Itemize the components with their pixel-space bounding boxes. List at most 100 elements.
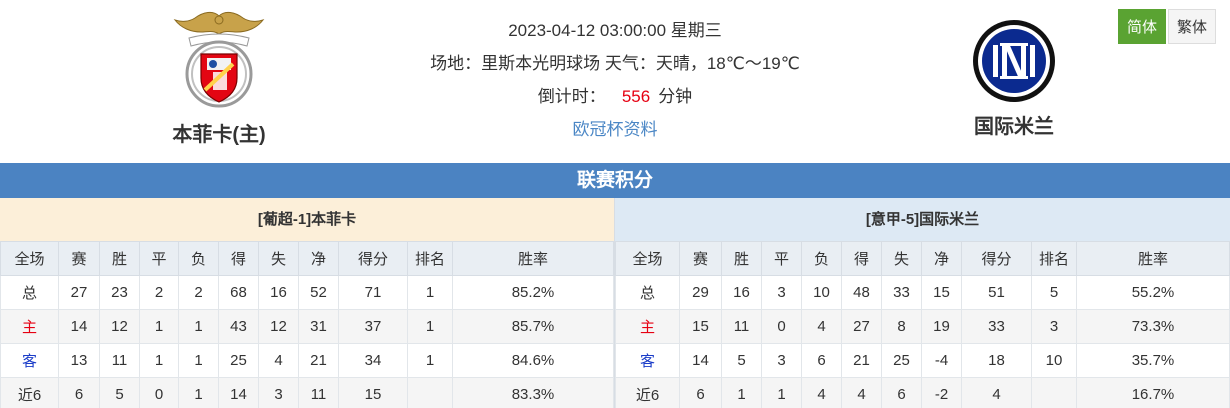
table-cell: 1 [178,377,219,408]
table-cell: 客 [615,343,680,378]
table-cell: 19 [921,309,962,344]
match-header: 本菲卡(主) 2023-04-12 03:00:00 星期三 场地：里斯本光明球… [0,0,1230,163]
language-switch: 简体 繁体 [1118,9,1216,44]
countdown-unit: 分钟 [658,87,693,106]
table-cell: 84.6% [452,343,614,378]
inter-crest-icon [973,20,1055,102]
table-cell: 68 [218,275,259,310]
table-cell: 2 [178,275,219,310]
table-row: 主 14 12 1 1 43 12 31 37 1 85.7% [0,309,614,344]
table-cell: 25 [218,343,259,378]
away-team-name: 国际米兰 [974,116,1054,138]
table-cell: 近6 [0,377,59,408]
table-cell: 1 [407,275,453,310]
competition-link[interactable]: 欧冠杯资料 [400,113,830,146]
countdown-value: 556 [621,87,651,106]
away-column-header: 全场 [615,241,680,276]
table-cell: 71 [338,275,408,310]
away-column-header: 负 [801,241,842,276]
away-standings-title: [意甲-5]国际米兰 [615,198,1230,241]
table-cell: 1 [407,343,453,378]
table-cell [407,377,453,408]
table-cell: -2 [921,377,962,408]
table-cell: 18 [961,343,1032,378]
table-cell: 51 [961,275,1032,310]
home-column-header: 负 [178,241,219,276]
table-cell: 34 [338,343,408,378]
table-cell: 11 [99,343,140,378]
table-cell: 16 [721,275,762,310]
match-datetime: 2023-04-12 03:00:00 星期三 [508,21,722,40]
table-cell: 6 [801,343,842,378]
table-cell: 总 [615,275,680,310]
table-row: 总 29 16 3 10 48 33 15 51 5 55.2% [615,275,1230,310]
table-cell: 21 [298,343,339,378]
table-cell: 85.2% [452,275,614,310]
table-cell: 4 [801,377,842,408]
match-info: 2023-04-12 03:00:00 星期三 场地：里斯本光明球场 天气：天晴… [400,14,830,146]
table-cell: 13 [58,343,100,378]
home-column-header: 得 [218,241,259,276]
table-cell: 4 [961,377,1032,408]
table-cell: 85.7% [452,309,614,344]
table-cell: 客 [0,343,59,378]
table-cell: 14 [58,309,100,344]
table-cell: 15 [679,309,722,344]
table-cell: 3 [761,275,802,310]
table-cell: 6 [679,377,722,408]
table-cell: 0 [761,309,802,344]
table-cell: 12 [258,309,299,344]
table-cell: 4 [258,343,299,378]
table-cell: 15 [921,275,962,310]
home-standings-title: [葡超-1]本菲卡 [0,198,614,241]
table-cell: 10 [1031,343,1077,378]
table-cell: 4 [801,309,842,344]
home-standings-table: 全场赛胜平负得失净得分 排名 胜率 总 27 23 2 2 68 16 52 71 1 85.2% 主 14… [0,241,614,408]
table-row: 客 14 5 3 6 21 25 -4 18 10 35.7% [615,343,1230,378]
table-cell: 29 [679,275,722,310]
table-cell: 1 [761,377,802,408]
table-cell: 主 [0,309,59,344]
away-standings: [意甲-5]国际米兰 全场赛胜平负得失净得分 排名 胜率 总 29 16 3 10 48 33 1… [615,198,1230,408]
table-cell: 6 [881,377,922,408]
table-cell: 14 [679,343,722,378]
table-cell: 1 [178,343,219,378]
home-column-header: 胜率 [452,241,614,276]
table-cell: 4 [841,377,882,408]
table-cell: 43 [218,309,259,344]
home-column-header: 失 [258,241,299,276]
table-cell: 3 [1031,309,1077,344]
lang-traditional-button[interactable]: 繁体 [1168,9,1216,44]
table-cell: 48 [841,275,882,310]
table-cell: 33 [881,275,922,310]
home-team[interactable]: 本菲卡(主) [140,0,298,147]
table-cell: 1 [139,343,179,378]
table-cell: 31 [298,309,339,344]
table-cell: 21 [841,343,882,378]
lang-simplified-button[interactable]: 简体 [1118,9,1166,44]
table-cell: 3 [258,377,299,408]
table-cell: 16 [258,275,299,310]
table-cell: 12 [99,309,140,344]
table-cell: 52 [298,275,339,310]
home-standings: [葡超-1]本菲卡 全场赛胜平负得失净得分 排名 胜率 总 27 23 2 2 68 16 52 7… [0,198,615,408]
table-cell: 5 [99,377,140,408]
table-cell: 83.3% [452,377,614,408]
table-cell: 主 [615,309,680,344]
away-team[interactable]: 国际米兰 [936,0,1092,139]
table-cell: 10 [801,275,842,310]
table-cell: 73.3% [1076,309,1230,344]
table-cell: 16.7% [1076,377,1230,408]
table-cell: 近6 [615,377,680,408]
standings-tables: [葡超-1]本菲卡 全场赛胜平负得失净得分 排名 胜率 总 27 23 2 2 68 16 52 7… [0,198,1230,408]
table-row: 总 27 23 2 2 68 16 52 71 1 85.2% [0,275,614,310]
table-cell: 8 [881,309,922,344]
table-row: 近6 6 1 1 4 4 6 -2 4 16.7% [615,377,1230,408]
table-cell: 1 [721,377,762,408]
table-cell: 11 [721,309,762,344]
table-cell: 25 [881,343,922,378]
table-cell: 14 [218,377,259,408]
away-column-header: 得分 [961,241,1032,276]
match-venue-weather: 场地：里斯本光明球场 天气：天晴，18℃～19℃ [430,54,800,73]
away-column-header: 排名 [1031,241,1077,276]
